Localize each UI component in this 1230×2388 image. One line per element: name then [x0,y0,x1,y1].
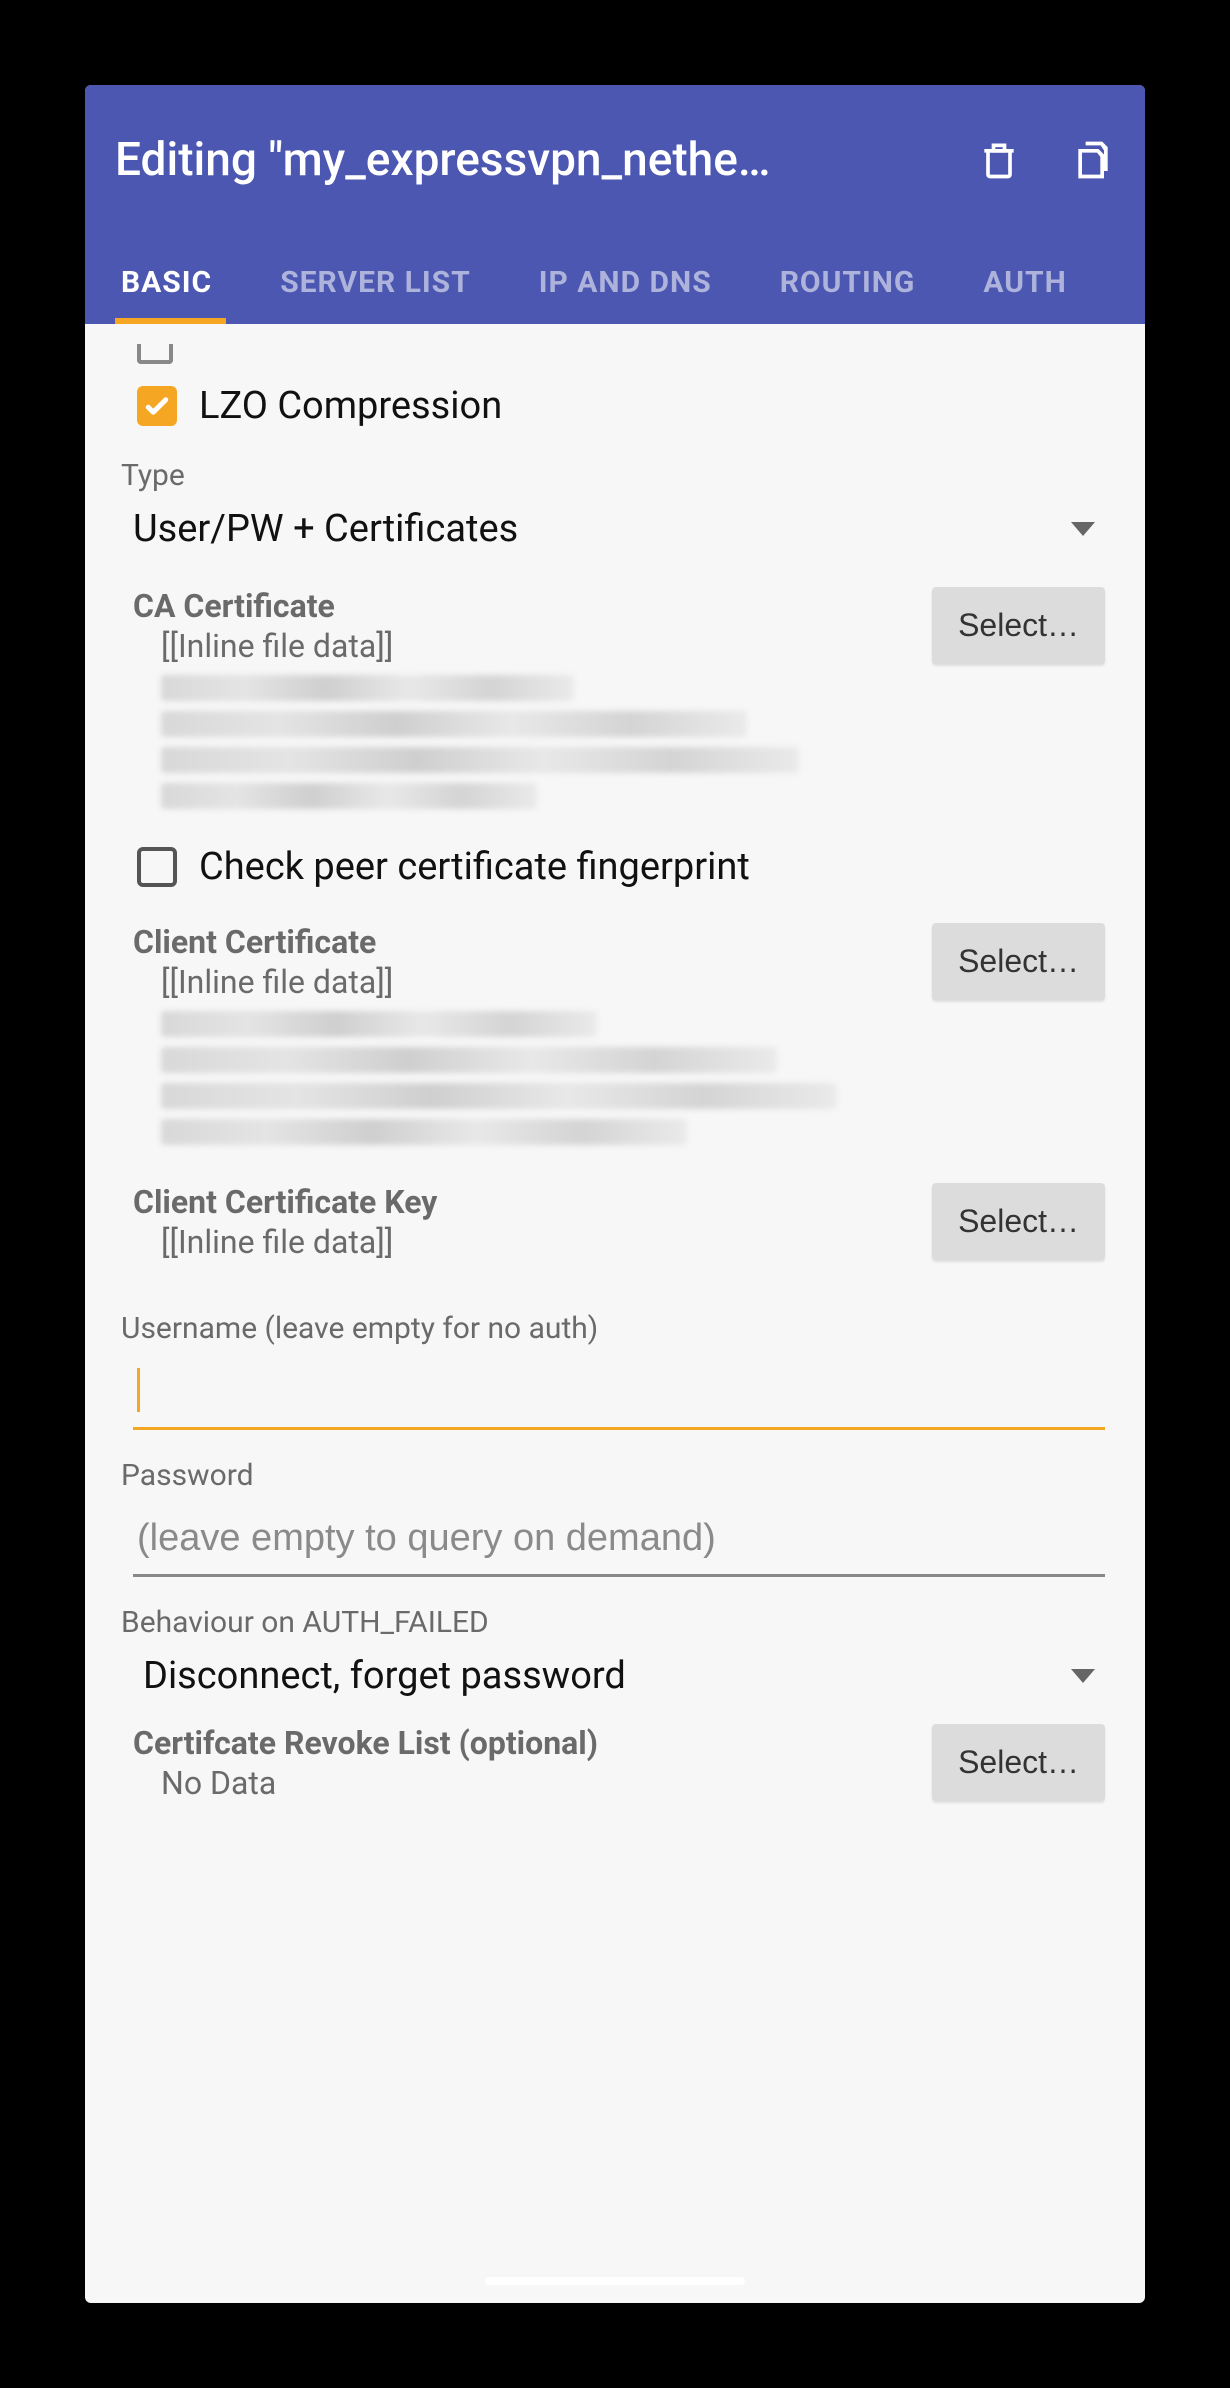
ca-cert-title: CA Certificate [133,587,912,625]
username-label: Username (leave empty for no auth) [115,1311,1115,1346]
ca-certificate-row: CA Certificate [[Inline file data]] Sele… [133,587,1115,819]
lzo-compression-row[interactable]: LZO Compression [115,364,1115,438]
tab-bar: BASIC SERVER LIST IP AND DNS ROUTING AUT… [115,245,1115,324]
lzo-checkbox[interactable] [137,386,177,426]
tab-routing[interactable]: ROUTING [776,245,920,324]
ca-cert-value: [[Inline file data]] [133,627,912,665]
app-bar-actions [977,138,1115,182]
crl-select-button[interactable]: Select… [932,1724,1105,1801]
partial-row-legacy-provider [115,344,1115,364]
client-certificate-section: Client Certificate [[Inline file data]] … [115,923,1115,1155]
ca-cert-select-button[interactable]: Select… [932,587,1105,664]
client-cert-key-section: Client Certificate Key [[Inline file dat… [115,1183,1115,1261]
peer-fingerprint-checkbox[interactable] [137,847,177,887]
client-cert-blurred-data [133,1011,912,1145]
content-scroll[interactable]: LZO Compression Type User/PW + Certifica… [85,324,1145,2282]
delete-icon[interactable] [977,138,1021,182]
client-cert-value: [[Inline file data]] [133,963,912,1001]
tab-auth[interactable]: AUTH [979,245,1070,324]
home-indicator[interactable] [485,2277,745,2285]
tab-basic[interactable]: BASIC [117,245,216,324]
crl-section: Certifcate Revoke List (optional) No Dat… [115,1724,1115,1802]
peer-fingerprint-row[interactable]: Check peer certificate fingerprint [115,819,1115,895]
username-input-wrap [115,1356,1115,1430]
auth-failed-value: Disconnect, forget password [143,1654,626,1698]
lzo-label: LZO Compression [199,384,502,428]
auth-failed-label: Behaviour on AUTH_FAILED [115,1605,1115,1640]
client-cert-key-title: Client Certificate Key [133,1183,912,1221]
client-cert-key-select-button[interactable]: Select… [932,1183,1105,1260]
password-label: Password [115,1458,1115,1493]
chevron-down-icon [1071,1669,1095,1683]
chevron-down-icon [1071,522,1095,536]
app-bar-top-row: Editing "my_expressvpn_nethe… [115,115,1115,205]
ca-cert-blurred-data [133,675,912,809]
type-value: User/PW + Certificates [133,507,518,551]
app-screen: Editing "my_expressvpn_nethe… [85,85,1145,2303]
auth-failed-select[interactable]: Disconnect, forget password [115,1646,1115,1706]
client-cert-key-value: [[Inline file data]] [133,1223,912,1261]
checkbox-partial-icon [137,344,173,364]
client-certificate-row: Client Certificate [[Inline file data]] … [133,923,1115,1155]
type-select[interactable]: User/PW + Certificates [115,499,1115,559]
tab-server-list[interactable]: SERVER LIST [276,245,475,324]
copy-icon[interactable] [1071,138,1115,182]
client-cert-select-button[interactable]: Select… [932,923,1105,1000]
client-cert-title: Client Certificate [133,923,912,961]
password-input-wrap [115,1503,1115,1577]
type-label: Type [115,458,1115,493]
crl-value: No Data [133,1764,912,1802]
text-caret [137,1368,140,1412]
ca-certificate-section: CA Certificate [[Inline file data]] Sele… [115,587,1115,819]
crl-title: Certifcate Revoke List (optional) [133,1724,912,1762]
tab-ip-and-dns[interactable]: IP AND DNS [535,245,716,324]
password-input[interactable] [133,1503,1105,1577]
app-bar: Editing "my_expressvpn_nethe… [85,85,1145,324]
username-input[interactable] [133,1356,1105,1430]
client-cert-key-row: Client Certificate Key [[Inline file dat… [133,1183,1115,1261]
crl-row: Certifcate Revoke List (optional) No Dat… [133,1724,1115,1802]
page-title: Editing "my_expressvpn_nethe… [115,133,977,187]
peer-fingerprint-label: Check peer certificate fingerprint [199,845,750,889]
